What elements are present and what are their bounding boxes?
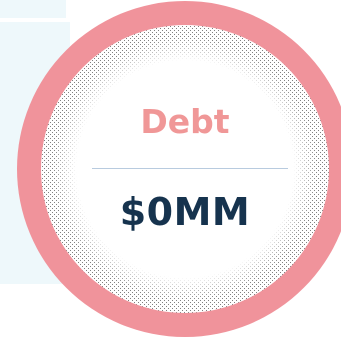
metric-value: $0MM	[119, 190, 251, 234]
debt-badge: Debt $0MM	[16, 0, 341, 338]
divider-line	[92, 168, 288, 169]
badge-circle	[17, 1, 341, 337]
center-fade	[53, 37, 317, 301]
metric-label: Debt	[140, 102, 230, 141]
